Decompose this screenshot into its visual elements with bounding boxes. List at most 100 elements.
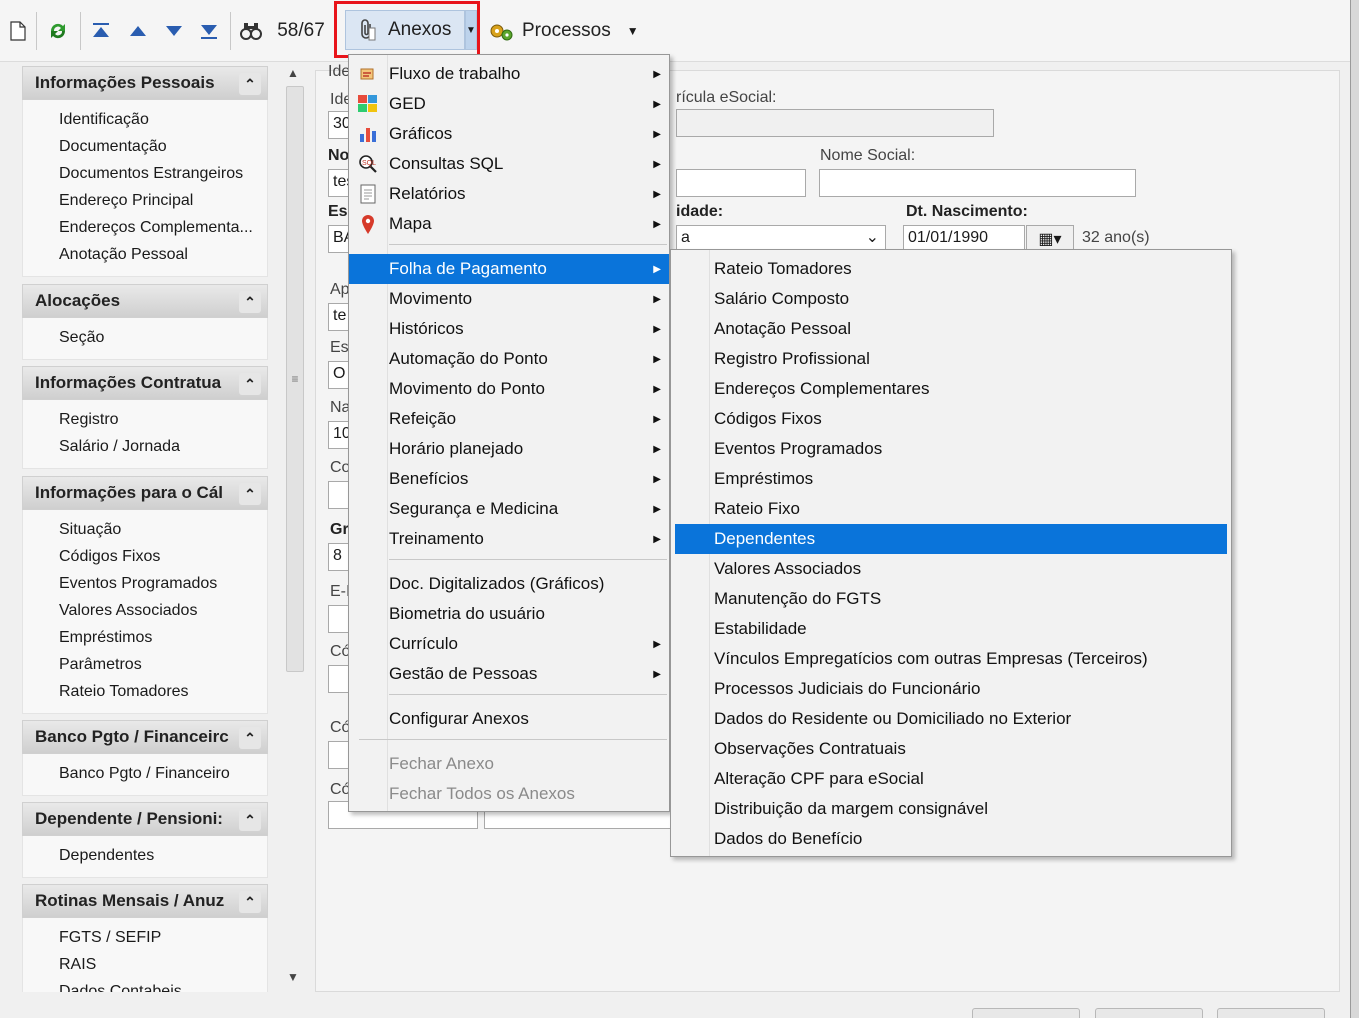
- anexos-dropdown-arrow-icon[interactable]: ▼: [465, 10, 477, 50]
- collapse-icon[interactable]: ⌃: [239, 291, 261, 313]
- menu-item-gestao-de-pessoas[interactable]: Gestão de Pessoas ▶: [349, 659, 669, 689]
- first-record-icon[interactable]: [88, 12, 114, 50]
- processos-dropdown-arrow-icon[interactable]: ▼: [627, 24, 639, 38]
- submenu-item-manutencao-do-fgts[interactable]: Manutenção do FGTS: [671, 584, 1231, 614]
- menu-item-biometria-do-usuario[interactable]: Biometria do usuário: [349, 599, 669, 629]
- sidebar-item[interactable]: Dados Contabeis: [59, 978, 267, 992]
- sidebar-group-header[interactable]: Rotinas Mensais / Anuz ⌃: [22, 884, 268, 918]
- submenu-item-salario-composto[interactable]: Salário Composto: [671, 284, 1231, 314]
- field-label: Es: [328, 203, 348, 220]
- collapse-icon[interactable]: ⌃: [239, 809, 261, 831]
- nome-social-field[interactable]: [819, 169, 1136, 197]
- sidebar-item[interactable]: Códigos Fixos: [59, 543, 267, 570]
- last-record-icon[interactable]: [196, 12, 222, 50]
- menu-item-treinamento[interactable]: Treinamento ▶: [349, 524, 669, 554]
- submenu-item-dados-do-beneficio[interactable]: Dados do Benefício: [671, 824, 1231, 854]
- footer-button-2[interactable]: [1095, 1008, 1203, 1018]
- name-field-tail[interactable]: [676, 169, 806, 197]
- anexos-button[interactable]: Anexos: [345, 10, 465, 50]
- submenu-item-distribuicao-margem-consignavel[interactable]: Distribuição da margem consignável: [671, 794, 1231, 824]
- sidebar-item[interactable]: Anotação Pessoal: [59, 241, 267, 268]
- sidebar-item[interactable]: Rateio Tomadores: [59, 678, 267, 705]
- scrollbar-thumb[interactable]: ≡: [286, 86, 304, 672]
- chevron-down-icon[interactable]: ⌄: [866, 227, 879, 247]
- menu-item-automacao-do-ponto[interactable]: Automação do Ponto ▶: [349, 344, 669, 374]
- menu-item-graficos[interactable]: Gráficos ▶: [349, 119, 669, 149]
- sidebar-group-header[interactable]: Informações Pessoais ⌃: [22, 66, 268, 100]
- submenu-item-dependentes[interactable]: Dependentes: [675, 524, 1227, 554]
- menu-item-refeicao[interactable]: Refeição ▶: [349, 404, 669, 434]
- sidebar-item[interactable]: Registro: [59, 406, 267, 433]
- menu-item-seguranca-e-medicina[interactable]: Segurança e Medicina ▶: [349, 494, 669, 524]
- menu-item-horario-planejado[interactable]: Horário planejado ▶: [349, 434, 669, 464]
- collapse-icon[interactable]: ⌃: [239, 73, 261, 95]
- sidebar-group-header[interactable]: Alocações ⌃: [22, 284, 268, 318]
- sidebar-scrollbar[interactable]: ▲ ≡ ▼: [283, 62, 307, 992]
- submenu-item-rateio-tomadores[interactable]: Rateio Tomadores: [671, 254, 1231, 284]
- refresh-icon[interactable]: [44, 12, 72, 50]
- processos-button[interactable]: Processos ▼: [488, 12, 648, 50]
- menu-item-movimento-do-ponto[interactable]: Movimento do Ponto ▶: [349, 374, 669, 404]
- sidebar-item[interactable]: FGTS / SEFIP: [59, 924, 267, 951]
- submenu-item-observacoes-contratuais[interactable]: Observações Contratuais: [671, 734, 1231, 764]
- menu-item-folha-de-pagamento[interactable]: Folha de Pagamento ▶: [349, 254, 669, 284]
- previous-record-icon[interactable]: [125, 12, 151, 50]
- sidebar-item[interactable]: Banco Pgto / Financeiro: [59, 760, 267, 787]
- sidebar-group-header[interactable]: Informações para o Cál ⌃: [22, 476, 268, 510]
- footer-button-3[interactable]: [1217, 1008, 1325, 1018]
- menu-item-relatorios[interactable]: Relatórios ▶: [349, 179, 669, 209]
- menu-item-movimento[interactable]: Movimento ▶: [349, 284, 669, 314]
- sidebar-item[interactable]: RAIS: [59, 951, 267, 978]
- menu-item-curriculo[interactable]: Currículo ▶: [349, 629, 669, 659]
- sidebar-item[interactable]: Empréstimos: [59, 624, 267, 651]
- submenu-item-rateio-fixo[interactable]: Rateio Fixo: [671, 494, 1231, 524]
- menu-item-ged[interactable]: GED ▶: [349, 89, 669, 119]
- menu-item-doc-digitalizados[interactable]: Doc. Digitalizados (Gráficos): [349, 569, 669, 599]
- sidebar-item[interactable]: Documentos Estrangeiros: [59, 160, 267, 187]
- submenu-item-eventos-programados[interactable]: Eventos Programados: [671, 434, 1231, 464]
- scroll-up-arrow-icon[interactable]: ▲: [287, 66, 299, 80]
- menu-item-beneficios[interactable]: Benefícios ▶: [349, 464, 669, 494]
- find-binoculars-icon[interactable]: [238, 12, 264, 50]
- submenu-item-emprestimos[interactable]: Empréstimos: [671, 464, 1231, 494]
- collapse-icon[interactable]: ⌃: [239, 373, 261, 395]
- submenu-item-valores-associados[interactable]: Valores Associados: [671, 554, 1231, 584]
- sidebar-item[interactable]: Endereços Complementa...: [59, 214, 267, 241]
- sidebar-item[interactable]: Eventos Programados: [59, 570, 267, 597]
- menu-item-configurar-anexos[interactable]: Configurar Anexos: [349, 704, 669, 734]
- submenu-item-dados-residente-exterior[interactable]: Dados do Residente ou Domiciliado no Ext…: [671, 704, 1231, 734]
- footer-button-1[interactable]: [972, 1008, 1080, 1018]
- collapse-icon[interactable]: ⌃: [239, 727, 261, 749]
- sidebar-item[interactable]: Valores Associados: [59, 597, 267, 624]
- sidebar-item[interactable]: Seção: [59, 324, 267, 351]
- menu-item-historicos[interactable]: Históricos ▶: [349, 314, 669, 344]
- sidebar-item[interactable]: Endereço Principal: [59, 187, 267, 214]
- matricula-esocial-field[interactable]: [676, 109, 994, 137]
- sidebar-item[interactable]: Situação: [59, 516, 267, 543]
- new-record-icon[interactable]: [6, 12, 30, 50]
- submenu-item-estabilidade[interactable]: Estabilidade: [671, 614, 1231, 644]
- scroll-down-arrow-icon[interactable]: ▼: [287, 970, 299, 984]
- sidebar-item[interactable]: Salário / Jornada: [59, 433, 267, 460]
- menu-item-mapa[interactable]: Mapa ▶: [349, 209, 669, 239]
- submenu-item-anotacao-pessoal[interactable]: Anotação Pessoal: [671, 314, 1231, 344]
- submenu-item-codigos-fixos[interactable]: Códigos Fixos: [671, 404, 1231, 434]
- submenu-item-processos-judiciais[interactable]: Processos Judiciais do Funcionário: [671, 674, 1231, 704]
- sidebar-group-header[interactable]: Informações Contratua ⌃: [22, 366, 268, 400]
- submenu-item-vinculos-empregaticios[interactable]: Vínculos Empregatícios com outras Empres…: [671, 644, 1231, 674]
- sidebar-group-header[interactable]: Dependente / Pensioni: ⌃: [22, 802, 268, 836]
- menu-item-fluxo-de-trabalho[interactable]: Fluxo de trabalho ▶: [349, 59, 669, 89]
- sidebar-item[interactable]: Identificação: [59, 106, 267, 133]
- sidebar-item[interactable]: Dependentes: [59, 842, 267, 869]
- submenu-item-registro-profissional[interactable]: Registro Profissional: [671, 344, 1231, 374]
- submenu-item-enderecos-complementares[interactable]: Endereços Complementares: [671, 374, 1231, 404]
- sidebar-group-header[interactable]: Banco Pgto / Financeirc ⌃: [22, 720, 268, 754]
- sidebar-group-informacoes-pessoais: Informações Pessoais ⌃ Identificação Docu…: [22, 66, 268, 277]
- collapse-icon[interactable]: ⌃: [239, 891, 261, 913]
- sidebar-item[interactable]: Parâmetros: [59, 651, 267, 678]
- sidebar-item[interactable]: Documentação: [59, 133, 267, 160]
- menu-item-consultas-sql[interactable]: SQL Consultas SQL ▶: [349, 149, 669, 179]
- collapse-icon[interactable]: ⌃: [239, 483, 261, 505]
- next-record-icon[interactable]: [161, 12, 187, 50]
- submenu-item-alteracao-cpf-esocial[interactable]: Alteração CPF para eSocial: [671, 764, 1231, 794]
